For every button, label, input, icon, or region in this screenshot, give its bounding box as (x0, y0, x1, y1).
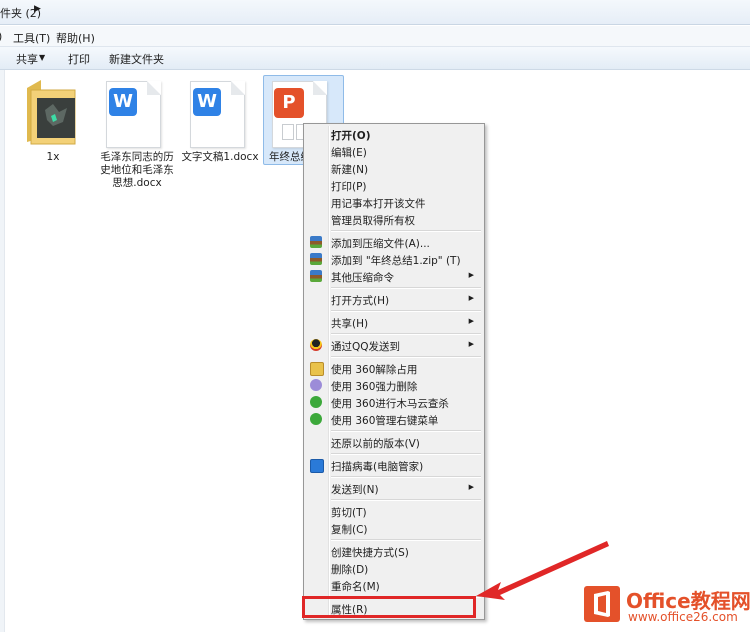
menu-scan-virus[interactable]: 扫描病毒(电脑管家) (306, 457, 482, 473)
menu-share[interactable]: 共享(H) ▶ (306, 314, 482, 330)
file-name-line-2: 史地位和毛泽东 (100, 164, 174, 176)
file-name: 文字文稿1.docx (181, 151, 259, 163)
menu-360-unlock[interactable]: 使用 360解除占用 (306, 360, 482, 376)
menu-rename[interactable]: 重命名(M) (306, 577, 482, 593)
qq-penguin-icon (310, 339, 322, 351)
winrar-icon (310, 236, 322, 248)
menu-add-zip[interactable]: 添加到 "年终总结1.zip" (T) (306, 251, 482, 267)
navigation-pane-edge (0, 70, 5, 632)
winrar-icon (310, 253, 322, 265)
watermark-logo: Office教程网 www.office26.com (584, 580, 750, 632)
menu-360-scan[interactable]: 使用 360进行木马云查杀 (306, 394, 482, 410)
submenu-arrow-icon: ▶ (468, 483, 474, 491)
file-name-line-1: 毛泽东同志的历 (100, 151, 174, 163)
menu-bar: ) 工具(T) 帮助(H) (0, 26, 750, 47)
360-scan-icon (310, 396, 322, 408)
file-name: 1x (46, 151, 60, 163)
chevron-down-icon[interactable]: ▼ (39, 53, 45, 62)
share-button[interactable]: 共享 (16, 51, 38, 67)
annotation-highlight-box (302, 596, 476, 618)
word-document-icon: W (190, 81, 245, 148)
toolbar: 共享 ▼ 打印 新建文件夹 (0, 47, 750, 70)
menu-take-ownership[interactable]: 管理员取得所有权 (306, 211, 482, 227)
menu-open[interactable]: 打开(O) (306, 126, 482, 142)
submenu-arrow-icon: ▶ (468, 271, 474, 279)
office-logo-icon (584, 586, 620, 622)
word-document-icon: W (106, 81, 161, 148)
menu-open-with[interactable]: 打开方式(H) ▶ (306, 291, 482, 307)
file-item-docx[interactable]: W 毛泽东同志的历 史地位和毛泽东 思想.docx (97, 74, 177, 194)
submenu-arrow-icon: ▶ (468, 317, 474, 325)
submenu-arrow-icon: ▶ (468, 340, 474, 348)
submenu-arrow-icon: ▶ (468, 294, 474, 302)
menu-edit[interactable]: 编辑(E) (306, 143, 482, 159)
menu-open-notepad[interactable]: 用记事本打开该文件 (306, 194, 482, 210)
menu-delete[interactable]: 删除(D) (306, 560, 482, 576)
menu-item-tools[interactable]: 工具(T) (13, 30, 50, 46)
menu-item-help[interactable]: 帮助(H) (56, 30, 95, 46)
menu-add-archive[interactable]: 添加到压缩文件(A)... (306, 234, 482, 250)
menu-cut[interactable]: 剪切(T) (306, 503, 482, 519)
context-menu: 打开(O) 编辑(E) 新建(N) 打印(P) 用记事本打开该文件 管理员取得所… (303, 123, 485, 620)
winrar-icon (310, 270, 322, 282)
360-delete-icon (310, 379, 322, 391)
360-unlock-icon (310, 362, 324, 376)
menu-item-edge: ) (0, 30, 2, 43)
menu-copy[interactable]: 复制(C) (306, 520, 482, 536)
new-folder-button[interactable]: 新建文件夹 (109, 51, 164, 67)
menu-360-force-delete[interactable]: 使用 360强力删除 (306, 377, 482, 393)
print-button[interactable]: 打印 (68, 51, 90, 67)
menu-create-shortcut[interactable]: 创建快捷方式(S) (306, 543, 482, 559)
folder-icon (27, 80, 76, 145)
file-item-docx[interactable]: W 文字文稿1.docx (180, 74, 260, 174)
menu-new[interactable]: 新建(N) (306, 160, 482, 176)
menu-send-qq[interactable]: 通过QQ发送到 ▶ (306, 337, 482, 353)
file-item-folder[interactable]: 1x (14, 74, 92, 164)
360-manage-icon (310, 413, 322, 425)
menu-send-to[interactable]: 发送到(N) ▶ (306, 480, 482, 496)
address-bar[interactable]: 件夹 (2) ▶ (0, 0, 750, 25)
breadcrumb-arrow-icon[interactable]: ▶ (34, 4, 41, 14)
file-name-line-3: 思想.docx (112, 177, 162, 189)
logo-url: www.office26.com (628, 610, 738, 624)
shield-icon (310, 459, 324, 473)
menu-other-compress[interactable]: 其他压缩命令 ▶ (306, 268, 482, 284)
menu-print[interactable]: 打印(P) (306, 177, 482, 193)
menu-restore-versions[interactable]: 还原以前的版本(V) (306, 434, 482, 450)
menu-360-manage[interactable]: 使用 360管理右键菜单 (306, 411, 482, 427)
